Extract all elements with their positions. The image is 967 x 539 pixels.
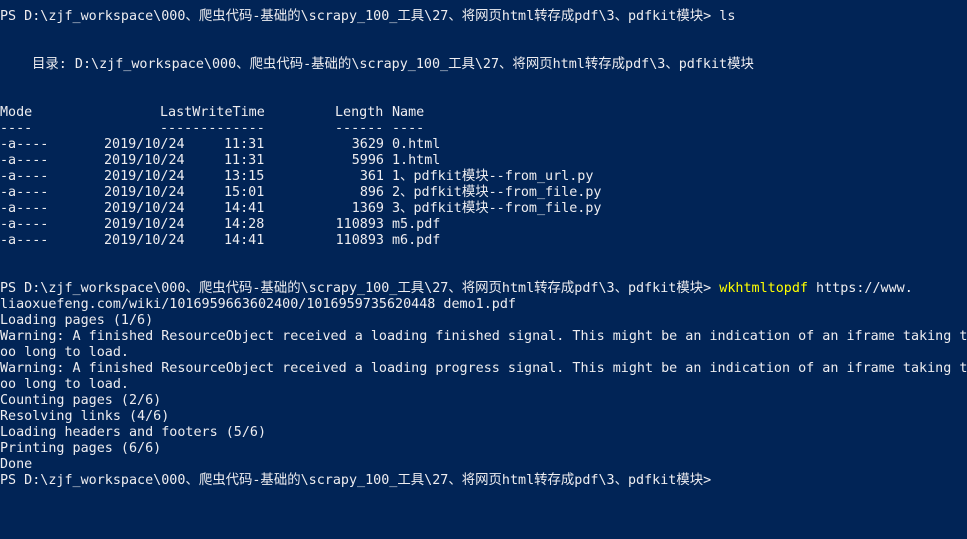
row-length: 1369 <box>351 201 384 216</box>
header-underline-name: ---- <box>392 121 425 136</box>
column-header-name: Name <box>392 105 425 120</box>
row-name: 0.html <box>392 137 441 152</box>
row-length: 110893 <box>335 233 384 248</box>
row-time: 11:31 <box>224 137 265 152</box>
row-date: 2019/10/24 <box>104 233 185 248</box>
output-line: Counting pages (2/6) <box>0 393 162 408</box>
row-length: 361 <box>359 169 384 184</box>
cursor <box>711 487 719 489</box>
output-line: Loading pages (1/6) <box>0 313 154 328</box>
row-name: m5.pdf <box>392 217 441 232</box>
row-time: 14:28 <box>224 217 265 232</box>
output-line: Loading headers and footers (5/6) <box>0 425 267 440</box>
prompt-text: PS D:\zjf_workspace\000、爬虫代码-基础的\scrapy_… <box>0 473 712 488</box>
output-line: Resolving links (4/6) <box>0 409 170 424</box>
column-header-length: Length <box>335 105 384 120</box>
row-mode: -a---- <box>0 233 49 248</box>
column-header-mode: Mode <box>0 105 33 120</box>
row-date: 2019/10/24 <box>104 185 185 200</box>
command-name: wkhtmltopdf <box>719 281 808 296</box>
row-time: 15:01 <box>224 185 265 200</box>
row-name: m6.pdf <box>392 233 441 248</box>
command-args-continuation: liaoxuefeng.com/wiki/1016959663602400/10… <box>0 297 516 312</box>
powershell-terminal[interactable]: PS D:\zjf_workspace\000、爬虫代码-基础的\scrapy_… <box>0 0 967 539</box>
output-line: oo long to load. <box>0 377 129 392</box>
row-length: 5996 <box>351 153 384 168</box>
prompt-text: PS D:\zjf_workspace\000、爬虫代码-基础的\scrapy_… <box>0 281 712 296</box>
prompt-line-1: PS D:\zjf_workspace\000、爬虫代码-基础的\scrapy_… <box>0 9 735 25</box>
prompt-line-2: PS D:\zjf_workspace\000、爬虫代码-基础的\scrapy_… <box>0 281 913 297</box>
row-mode: -a---- <box>0 137 49 152</box>
command-args: https://www. <box>816 281 913 296</box>
row-name: 3、pdfkit模块--from_file.py <box>392 201 602 216</box>
prompt-line-3: PS D:\zjf_workspace\000、爬虫代码-基础的\scrapy_… <box>0 473 719 489</box>
row-name: 2、pdfkit模块--from_file.py <box>392 185 602 200</box>
header-underline-lastwritetime: ------------- <box>160 121 265 136</box>
output-line: Done <box>0 457 33 472</box>
row-date: 2019/10/24 <box>104 217 185 232</box>
row-date: 2019/10/24 <box>104 201 185 216</box>
prompt-text: PS D:\zjf_workspace\000、爬虫代码-基础的\scrapy_… <box>0 9 712 24</box>
header-underline-length: ------ <box>335 121 384 136</box>
row-mode: -a---- <box>0 153 49 168</box>
row-date: 2019/10/24 <box>104 153 185 168</box>
row-date: 2019/10/24 <box>104 137 185 152</box>
row-time: 13:15 <box>224 169 265 184</box>
row-time: 11:31 <box>224 153 265 168</box>
column-header-lastwritetime: LastWriteTime <box>160 105 265 120</box>
row-mode: -a---- <box>0 217 49 232</box>
header-underline-mode: ---- <box>0 121 33 136</box>
row-length: 110893 <box>335 217 384 232</box>
row-date: 2019/10/24 <box>104 169 185 184</box>
row-mode: -a---- <box>0 169 49 184</box>
row-time: 14:41 <box>224 233 265 248</box>
output-line: Warning: A finished ResourceObject recei… <box>0 329 967 344</box>
row-name: 1、pdfkit模块--from_url.py <box>392 169 594 184</box>
command-text: ls <box>719 9 736 24</box>
row-name: 1.html <box>392 153 441 168</box>
row-length: 3629 <box>351 137 384 152</box>
directory-label: 目录: D:\zjf_workspace\000、爬虫代码-基础的\scrapy… <box>32 57 754 72</box>
output-line: Warning: A finished ResourceObject recei… <box>0 361 967 376</box>
output-line: oo long to load. <box>0 345 129 360</box>
row-mode: -a---- <box>0 201 49 216</box>
row-time: 14:41 <box>224 201 265 216</box>
row-mode: -a---- <box>0 185 49 200</box>
row-length: 896 <box>359 185 384 200</box>
output-line: Printing pages (6/6) <box>0 441 162 456</box>
